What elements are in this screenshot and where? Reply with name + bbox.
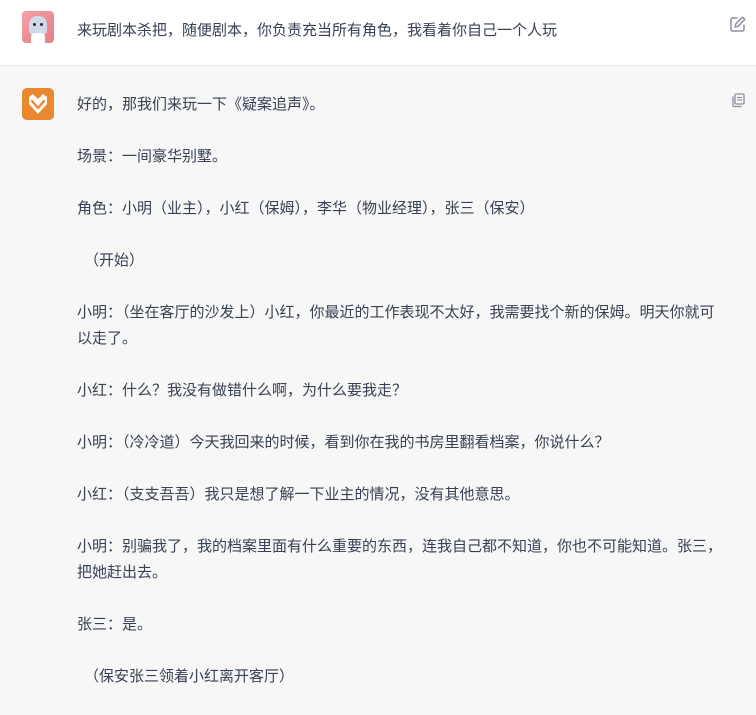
message-paragraph: 小明：别骗我了，我的档案里面有什么重要的东西，连我自己都不知道，你也不可能知道。… [77, 537, 723, 581]
assistant-message-body: 好的，那我们来玩一下《疑案追声》。 场景：一间豪华别墅。 角色：小明（业主），小… [77, 91, 727, 715]
message-paragraph: 小红：什么？我没有做错什么啊，为什么要我走？ [77, 381, 408, 399]
user-avatar [22, 11, 54, 43]
message-paragraph: 好的，那我们来玩一下《疑案追声》。 [77, 95, 325, 113]
assistant-message-row: 好的，那我们来玩一下《疑案追声》。 场景：一间豪华别墅。 角色：小明（业主），小… [0, 66, 756, 709]
message-paragraph: 张三：是。 [77, 615, 153, 633]
avatar-eye-left [33, 23, 36, 26]
user-message-text: 来玩剧本杀把，随便剧本，你负责充当所有角色，我看着你自己一个人玩 [77, 21, 558, 39]
message-paragraph: 小明：（坐在客厅的沙发上）小红，你最近的工作表现不太好，我需要找个新的保姆。明天… [77, 303, 715, 347]
message-paragraph: 场景：一间豪华别墅。 [77, 147, 228, 165]
message-paragraph: 角色：小明（业主），小红（保姆），李华（物业经理），张三（保安） [77, 199, 535, 217]
user-message-row: 来玩剧本杀把，随便剧本，你负责充当所有角色，我看着你自己一个人玩 [0, 0, 756, 66]
copy-icon[interactable] [730, 92, 746, 108]
edit-icon[interactable] [729, 15, 747, 33]
message-paragraph: （保安张三领着小红离开客厅） [84, 667, 295, 685]
avatar-eye-right [40, 23, 43, 26]
avatar-body [31, 33, 45, 43]
message-paragraph: （开始） [84, 251, 145, 269]
message-paragraph: 小明：（冷冷道）今天我回来的时候，看到你在我的书房里翻看档案，你说什么？ [77, 433, 610, 451]
message-paragraph: 小红：（支支吾吾）我只是想了解一下业主的情况，没有其他意思。 [77, 485, 520, 503]
fox-logo-icon [22, 88, 54, 120]
